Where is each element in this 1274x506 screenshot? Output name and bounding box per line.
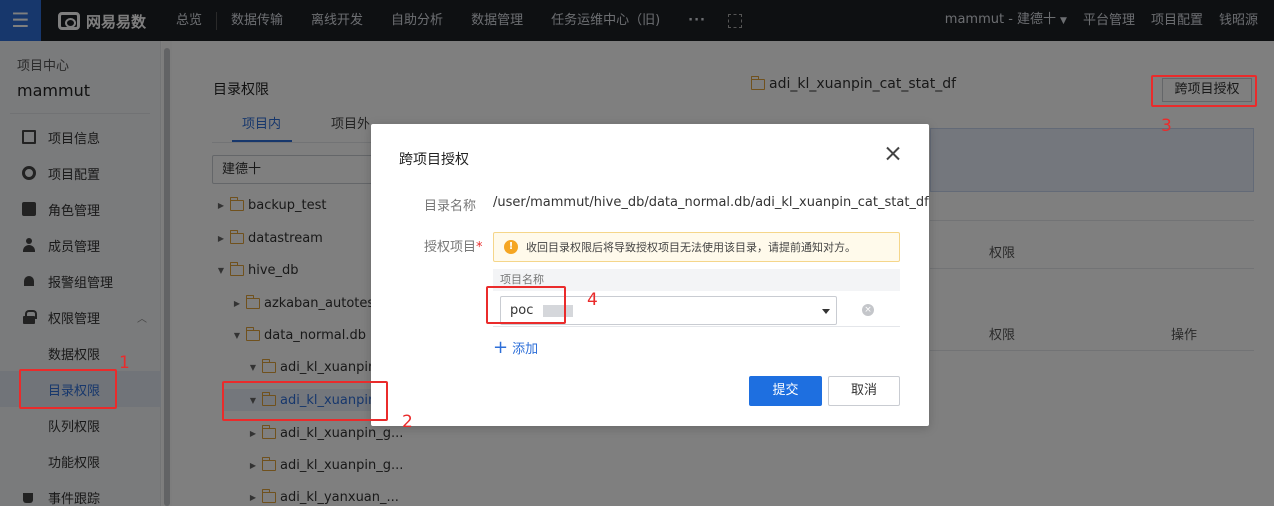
add-project-button[interactable]: + 添加 bbox=[493, 338, 538, 357]
dialog-title: 跨项目授权 bbox=[399, 152, 469, 168]
warning-alert: ! 收回目录权限后将导致授权项目无法使用该目录，请提前通知对方。 bbox=[493, 232, 900, 262]
remove-row-icon[interactable]: × bbox=[862, 304, 874, 316]
annotation-number-2: 2 bbox=[402, 412, 413, 432]
plus-icon: + bbox=[493, 336, 509, 358]
annotation-number-1: 1 bbox=[119, 353, 130, 373]
row-divider bbox=[493, 326, 900, 327]
close-icon[interactable] bbox=[883, 144, 903, 164]
annotation-box-2 bbox=[222, 381, 388, 421]
annotation-number-4: 4 bbox=[587, 290, 598, 310]
warning-icon: ! bbox=[504, 240, 518, 254]
cancel-button[interactable]: 取消 bbox=[828, 376, 900, 406]
cross-project-auth-dialog: 跨项目授权 目录名称 /user/mammut/hive_db/data_nor… bbox=[371, 124, 929, 426]
annotation-box-1 bbox=[19, 369, 117, 409]
add-project-label: 添加 bbox=[512, 342, 539, 357]
directory-name-label: 目录名称 bbox=[424, 199, 477, 214]
annotation-number-3: 3 bbox=[1161, 116, 1172, 136]
annotation-box-3 bbox=[1151, 75, 1257, 107]
required-mark: * bbox=[476, 240, 483, 255]
directory-name-value: /user/mammut/hive_db/data_normal.db/adi_… bbox=[493, 195, 929, 210]
auth-project-label: 授权项目* bbox=[424, 236, 483, 255]
annotation-box-4 bbox=[486, 286, 566, 324]
submit-button[interactable]: 提交 bbox=[749, 376, 822, 406]
caret-down-icon bbox=[822, 309, 830, 314]
warning-text: 收回目录权限后将导致授权项目无法使用该目录，请提前通知对方。 bbox=[526, 241, 856, 254]
auth-project-label-text: 授权项目 bbox=[424, 240, 477, 255]
